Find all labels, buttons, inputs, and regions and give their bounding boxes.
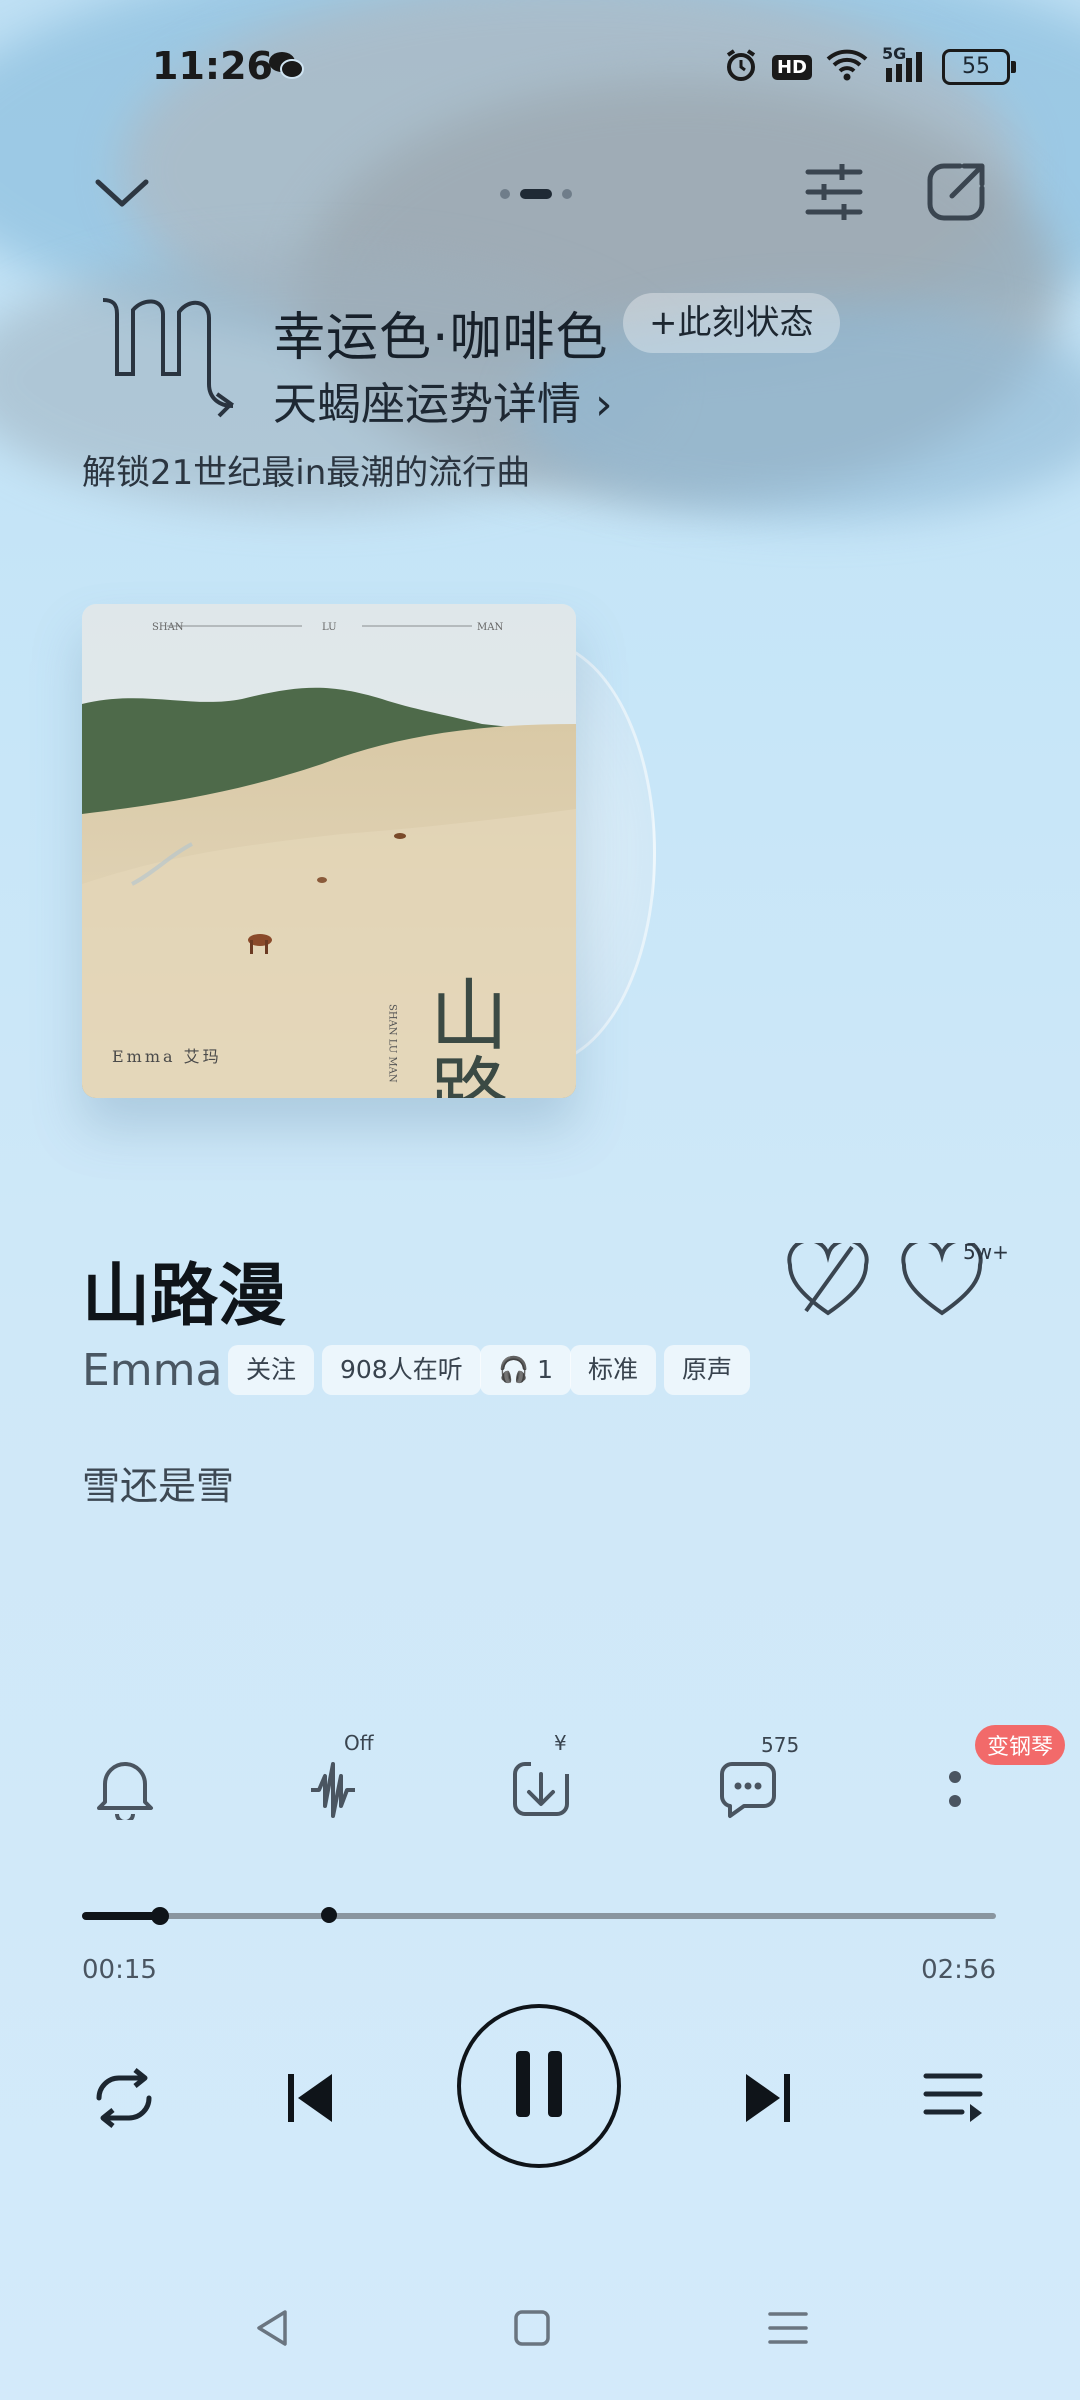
nav-home-button[interactable] <box>492 2300 572 2360</box>
progress-thumb[interactable] <box>150 1907 169 1925</box>
previous-button[interactable] <box>260 2050 360 2150</box>
headphone-chip[interactable]: 🎧 1 <box>480 1345 571 1395</box>
buffer-marker <box>320 1907 337 1923</box>
progress-fill <box>82 1912 160 1920</box>
wifi-icon <box>826 49 868 85</box>
page-dot-active[interactable] <box>520 189 552 199</box>
slogan-text: 解锁21世纪最in最潮的流行曲 <box>82 453 531 493</box>
playlist-icon <box>922 2070 986 2130</box>
hd-badge: HD <box>771 54 812 80</box>
progress-track[interactable] <box>82 1913 996 1919</box>
more-vertical-icon <box>945 1763 965 1817</box>
song-title: 山路漫 <box>82 1257 287 1336</box>
sliders-icon <box>804 164 864 224</box>
total-time: 02:56 <box>921 1955 996 1985</box>
comment-icon <box>716 1756 780 1824</box>
piano-badge[interactable]: 变钢琴 <box>975 1725 1066 1765</box>
battery-indicator: 55 <box>942 49 1016 85</box>
menu-lines-icon <box>768 2308 808 2352</box>
album-cover[interactable]: SHAN LU MAN 山路漫 SHAN LU MAN Emma 艾玛 <box>82 604 576 1098</box>
download-price-mark: ¥ <box>554 1731 567 1755</box>
headphones-icon: 🎧 <box>498 1355 530 1384</box>
nav-menu-button[interactable] <box>748 2300 828 2360</box>
lyric-line[interactable]: 雪还是雪 <box>82 1455 234 1510</box>
waveform-icon <box>307 1756 367 1824</box>
version-chip[interactable]: 原声 <box>664 1345 751 1395</box>
cellular-signal-icon: 5G <box>882 44 928 84</box>
current-status-button[interactable]: +此刻状态 <box>623 293 840 353</box>
chevron-down-icon <box>94 176 150 212</box>
headphone-count: 1 <box>537 1355 553 1384</box>
comment-count: 575 <box>761 1733 800 1757</box>
share-button[interactable] <box>916 154 996 234</box>
follow-button[interactable]: 关注 <box>228 1345 315 1395</box>
repeat-icon <box>89 2066 159 2134</box>
home-square-icon <box>512 2308 552 2352</box>
scorpio-icon[interactable] <box>95 290 235 424</box>
cover-vertical-text: SHAN LU MAN <box>387 1004 398 1083</box>
wechat-notification-icon <box>268 50 304 80</box>
cover-header-mid: LU <box>322 622 337 633</box>
dislike-button[interactable] <box>786 1238 870 1321</box>
download-button[interactable]: ¥ <box>496 1731 586 1835</box>
broken-heart-icon <box>786 1238 870 1321</box>
next-button[interactable] <box>718 2050 818 2150</box>
current-time: 00:15 <box>82 1955 157 1985</box>
bell-icon <box>95 1756 155 1824</box>
cover-artist-credit: Emma 艾玛 <box>112 1047 222 1066</box>
alarm-icon <box>724 48 758 86</box>
status-time: 11:26 <box>152 44 273 88</box>
share-icon <box>924 160 988 228</box>
like-count: 5w+ <box>963 1240 1009 1264</box>
nav-back-button[interactable] <box>233 2300 313 2360</box>
listeners-chip[interactable]: 908人在听 <box>322 1345 481 1395</box>
skip-previous-icon <box>280 2068 340 2132</box>
sound-effect-state: Off <box>344 1731 374 1755</box>
artist-name[interactable]: Emma <box>82 1345 223 1396</box>
heart-icon <box>900 1238 984 1321</box>
play-pause-button[interactable] <box>457 2004 621 2168</box>
ringtone-button[interactable] <box>80 1745 170 1835</box>
back-triangle-icon <box>253 2308 293 2352</box>
download-icon <box>509 1756 573 1824</box>
sound-settings-button[interactable] <box>794 154 874 234</box>
collapse-player-button[interactable] <box>82 154 162 234</box>
cover-header-left: SHAN <box>152 622 184 633</box>
repeat-mode-button[interactable] <box>74 2050 174 2150</box>
page-dot[interactable] <box>500 189 510 199</box>
playlist-button[interactable] <box>904 2050 1004 2150</box>
pause-icon <box>514 2051 564 2121</box>
lucky-color-text[interactable]: 幸运色·咖啡色 <box>273 295 609 370</box>
quality-chip[interactable]: 标准 <box>570 1345 657 1395</box>
status-icons: HD 5G 55 <box>724 44 1016 86</box>
page-indicator[interactable] <box>500 189 572 199</box>
comments-button[interactable]: 575 <box>703 1733 799 1835</box>
cover-calligraphy: 山路漫 <box>417 974 507 1098</box>
page-dot[interactable] <box>562 189 572 199</box>
fortune-details-link[interactable]: 天蝎座运势详情 › <box>273 368 613 432</box>
cover-header-right: MAN <box>477 622 503 633</box>
sound-effect-button[interactable]: Off <box>292 1731 382 1835</box>
skip-next-icon <box>738 2068 798 2132</box>
